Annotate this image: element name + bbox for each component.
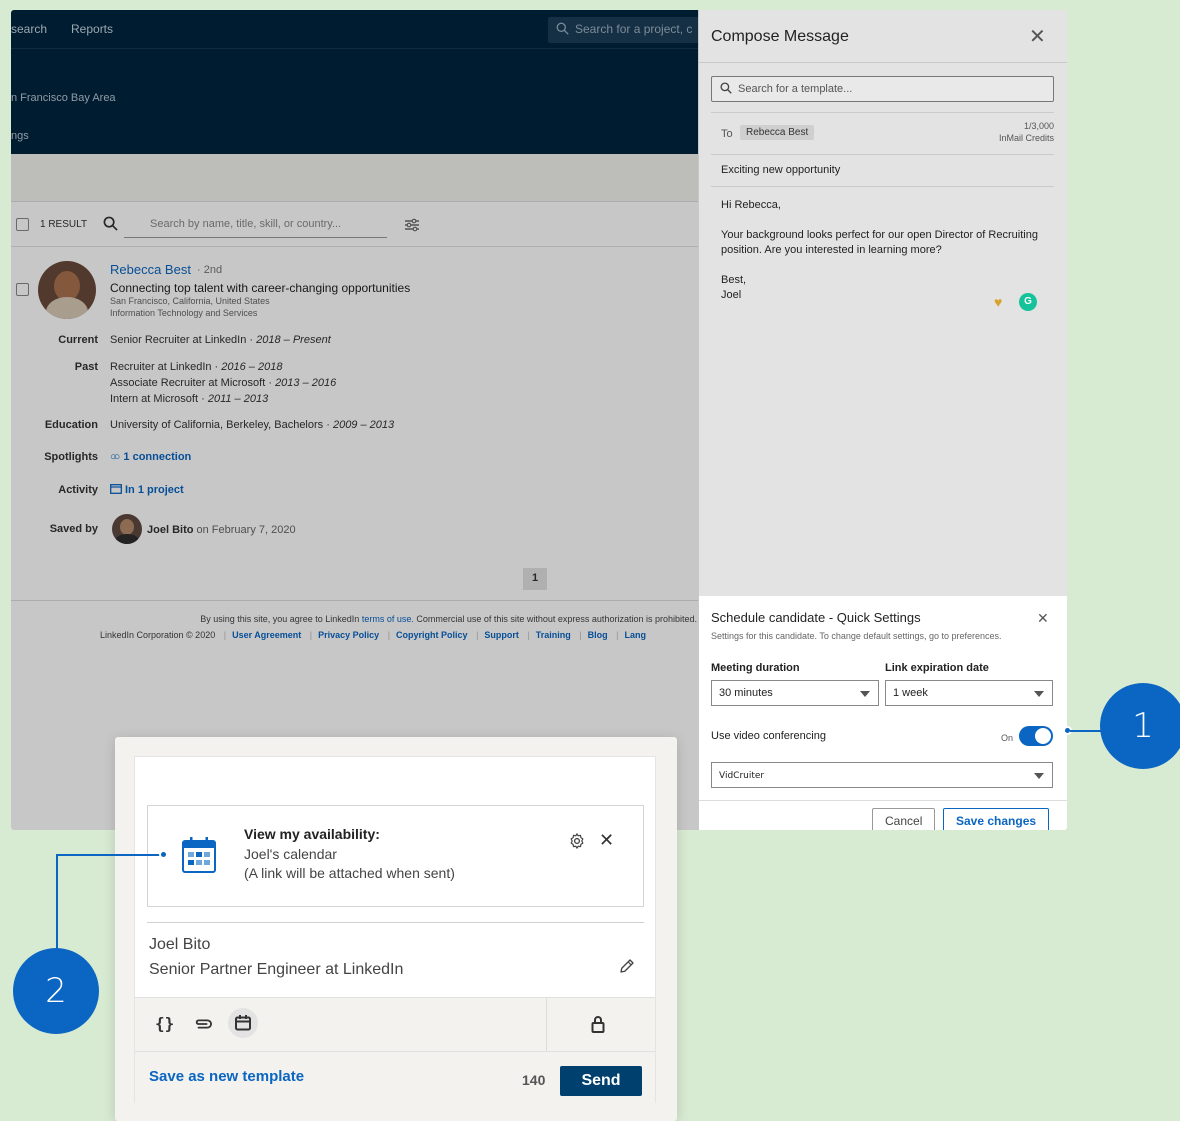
lock-icon[interactable] [590, 1015, 606, 1033]
cancel-button[interactable]: Cancel [872, 808, 936, 830]
meeting-duration-value: 30 minutes [719, 687, 773, 699]
save-changes-button[interactable]: Save changes [943, 808, 1050, 830]
divider [699, 800, 1067, 801]
link-note: (A link will be attached when sent) [244, 865, 455, 881]
close-icon[interactable]: ✕ [599, 830, 614, 851]
callout-2-line-vertical [56, 854, 58, 954]
divider [711, 112, 1054, 113]
inmail-credits-label: InMail Credits [998, 133, 1054, 143]
link-expiration-select[interactable]: 1 week [885, 680, 1053, 706]
availability-attachment: View my availability: Joel's calendar (A… [147, 805, 644, 907]
template-search-placeholder: Search for a template... [738, 83, 853, 95]
availability-title: View my availability: [244, 826, 380, 842]
grammarly-icon[interactable]: G [1019, 293, 1037, 311]
compose-title: Compose Message [711, 28, 849, 45]
subject-field[interactable]: Exciting new opportunity [721, 164, 840, 176]
calendar-icon [235, 1015, 251, 1031]
message-body[interactable]: Hi Rebecca, Your background looks perfec… [721, 198, 1041, 303]
send-button[interactable]: Send [560, 1066, 642, 1096]
video-conferencing-toggle[interactable] [1019, 726, 1053, 746]
callout-2-anchor [159, 850, 168, 859]
close-icon[interactable]: ✕ [1037, 610, 1049, 627]
divider [147, 922, 644, 923]
save-as-template-link[interactable]: Save as new template [149, 1068, 304, 1085]
chevron-down-icon [860, 691, 870, 697]
recruiter-screenshot: search Reports n Francisco Bay Area ngs … [11, 10, 1067, 830]
template-search-input[interactable]: Search for a template... [711, 76, 1054, 102]
callout-1-badge: 1 [1100, 683, 1180, 769]
chevron-down-icon [1034, 773, 1044, 779]
compose-message-panel: Compose Message ✕ Search for a template.… [698, 10, 1067, 830]
gear-icon[interactable] [568, 832, 586, 850]
video-conferencing-label: Use video conferencing [711, 730, 826, 742]
inmail-credits-count: 1/3,000 [1023, 121, 1054, 131]
divider [711, 154, 1054, 155]
calendar-name: Joel's calendar [244, 846, 337, 862]
toggle-state-label: On [1001, 733, 1014, 743]
quick-settings-title: Schedule candidate - Quick Settings [711, 610, 921, 625]
variables-icon[interactable]: {} [155, 1014, 174, 1033]
calendar-button[interactable] [228, 1008, 258, 1038]
divider [711, 186, 1054, 187]
composer-toolbar: {} [135, 997, 655, 1052]
heart-emoji-icon[interactable]: ♥ [994, 294, 1002, 310]
search-icon [720, 82, 732, 94]
composer-actions: Save as new template 140 Send [135, 1051, 655, 1103]
link-expiration-label: Link expiration date [885, 662, 989, 674]
video-provider-value: VidCruiter [719, 771, 765, 781]
pencil-edit-icon[interactable] [618, 957, 636, 975]
meeting-duration-label: Meeting duration [711, 662, 800, 674]
to-label: To [721, 128, 733, 140]
modal-backdrop [11, 10, 699, 830]
sender-name: Joel Bito [149, 936, 211, 953]
callout-2-line-horizontal [56, 854, 162, 856]
character-count: 140 [522, 1072, 546, 1088]
callout-2-badge: 2 [13, 948, 99, 1034]
sender-title: Senior Partner Engineer at LinkedIn [149, 961, 404, 978]
video-provider-select[interactable]: VidCruiter [711, 762, 1053, 788]
quick-settings-panel: Schedule candidate - Quick Settings ✕ Se… [699, 596, 1067, 830]
quick-settings-subtitle: Settings for this candidate. To change d… [711, 631, 1002, 641]
meeting-duration-select[interactable]: 30 minutes [711, 680, 879, 706]
divider [699, 62, 1067, 63]
link-expiration-value: 1 week [893, 687, 928, 699]
chevron-down-icon [1034, 691, 1044, 697]
message-footer-detail: View my availability: Joel's calendar (A… [134, 756, 656, 1103]
close-icon[interactable]: ✕ [1029, 24, 1046, 49]
calendar-icon [182, 837, 216, 873]
recipient-chip[interactable]: Rebecca Best [740, 125, 815, 140]
signature-zoom-card: View my availability: Joel's calendar (A… [115, 737, 677, 1121]
paperclip-icon[interactable] [192, 1015, 214, 1033]
divider [546, 998, 547, 1052]
